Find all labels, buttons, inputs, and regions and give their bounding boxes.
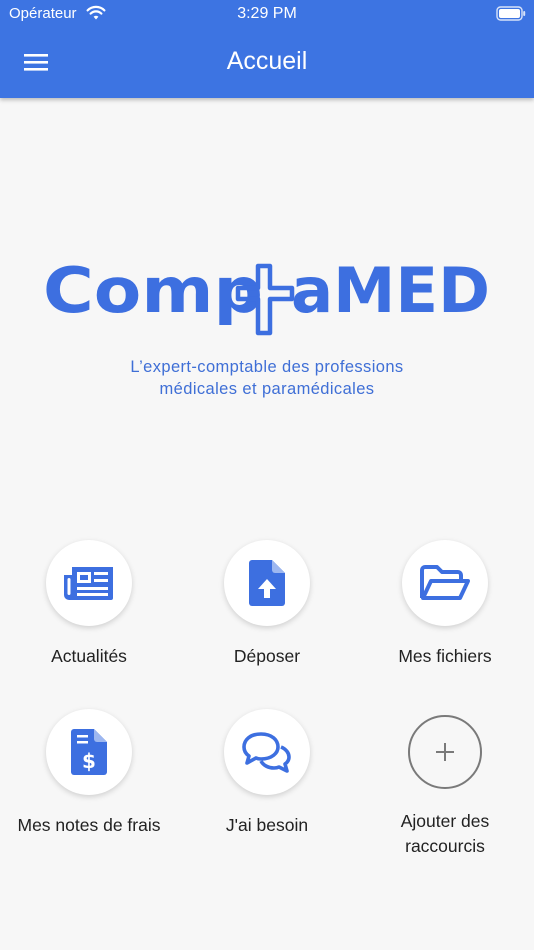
- shortcut-ajouter-des-raccourcis[interactable]: Ajouter des raccourcis: [356, 709, 534, 859]
- clock: 3:29 PM: [237, 5, 297, 22]
- shortcut-circle: [224, 540, 310, 626]
- svg-text:aMED: aMED: [291, 254, 490, 327]
- shortcut-j-ai-besoin[interactable]: J'ai besoin: [178, 709, 356, 838]
- shortcut-label: J'ai besoin: [225, 815, 309, 835]
- shortcut-circle: $: [46, 709, 132, 795]
- invoice-dollar-icon: $: [71, 729, 107, 775]
- shortcut-mes-notes-de-frais[interactable]: $ Mes notes de frais: [0, 709, 178, 838]
- shortcut-label: Mes notes de frais: [17, 815, 161, 835]
- battery-icon: [496, 6, 526, 26]
- shortcut-label: Actualités: [51, 646, 127, 666]
- shortcut-label: Déposer: [233, 646, 301, 666]
- chat-bubbles-icon: [242, 732, 291, 773]
- tagline-line-1: L’expert-comptable des professions: [130, 358, 404, 376]
- top-bar: Opérateur 3:29 PM Accueil: [0, 0, 534, 98]
- shortcut-circle: [46, 540, 132, 626]
- shortcut-circle: [224, 709, 310, 795]
- file-upload-icon: [249, 560, 285, 606]
- folder-open-icon: [420, 565, 470, 600]
- shortcut-label: Ajouter des raccourcis: [400, 811, 490, 856]
- svg-text:Comp: Comp: [43, 254, 263, 327]
- shortcut-mes-fichiers[interactable]: Mes fichiers: [356, 540, 534, 669]
- newspaper-icon: [64, 567, 113, 600]
- shortcut-label: Mes fichiers: [398, 646, 492, 666]
- tagline-line-2: médicales et paramédicales: [159, 380, 375, 398]
- tagline: L’expert-comptable des professions médic…: [0, 356, 534, 400]
- shortcut-actualites[interactable]: Actualités: [0, 540, 178, 669]
- comptamed-logo: Comp aMED: [0, 248, 534, 340]
- svg-text:$: $: [82, 749, 96, 773]
- shortcut-circle: [402, 540, 488, 626]
- page-title: Accueil: [226, 47, 308, 75]
- shortcut-deposer[interactable]: Déposer: [178, 540, 356, 669]
- shortcut-circle: [408, 715, 482, 789]
- plus-icon: [436, 743, 454, 761]
- status-bar: Opérateur 3:29 PM: [0, 0, 534, 28]
